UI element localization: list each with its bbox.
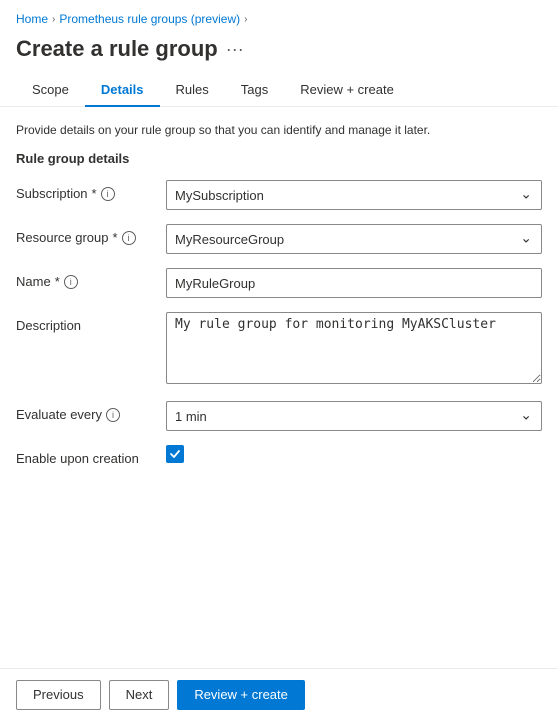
enable-row: Enable upon creation (16, 445, 542, 466)
evaluate-control: 1 min 5 min 10 min 15 min 30 min (166, 401, 542, 431)
tab-rules[interactable]: Rules (160, 74, 225, 107)
tab-review[interactable]: Review + create (284, 74, 410, 107)
resource-group-info-icon[interactable]: i (122, 231, 136, 245)
next-button[interactable]: Next (109, 680, 170, 710)
section-title: Rule group details (16, 151, 542, 166)
tab-tags[interactable]: Tags (225, 74, 284, 107)
description-control: My rule group for monitoring MyAKSCluste… (166, 312, 542, 387)
page-menu-icon[interactable]: ··· (226, 39, 244, 60)
review-button[interactable]: Review + create (177, 680, 305, 710)
enable-label: Enable upon creation (16, 445, 166, 466)
page-title-row: Create a rule group ··· (0, 32, 558, 74)
page-title: Create a rule group (16, 36, 218, 62)
description-row: Description My rule group for monitoring… (16, 312, 542, 387)
info-text: Provide details on your rule group so th… (16, 123, 542, 137)
main-content: Provide details on your rule group so th… (0, 107, 558, 560)
breadcrumb-sep1: › (52, 14, 55, 25)
evaluate-select[interactable]: 1 min 5 min 10 min 15 min 30 min (166, 401, 542, 431)
name-row: Name * i (16, 268, 542, 298)
name-info-icon[interactable]: i (64, 275, 78, 289)
resource-group-select-wrapper: MyResourceGroup (166, 224, 542, 254)
resource-group-row: Resource group * i MyResourceGroup (16, 224, 542, 254)
evaluate-select-wrapper: 1 min 5 min 10 min 15 min 30 min (166, 401, 542, 431)
resource-group-label: Resource group * i (16, 224, 166, 245)
tab-scope[interactable]: Scope (16, 74, 85, 107)
evaluate-label: Evaluate every i (16, 401, 166, 422)
evaluate-row: Evaluate every i 1 min 5 min 10 min 15 m… (16, 401, 542, 431)
subscription-label: Subscription * i (16, 180, 166, 201)
resource-group-required: * (113, 230, 118, 245)
name-label: Name * i (16, 268, 166, 289)
description-label: Description (16, 312, 166, 333)
subscription-info-icon[interactable]: i (101, 187, 115, 201)
subscription-required: * (92, 186, 97, 201)
breadcrumb: Home › Prometheus rule groups (preview) … (0, 0, 558, 32)
enable-control (166, 445, 542, 463)
name-input[interactable] (166, 268, 542, 298)
enable-checkbox[interactable] (166, 445, 184, 463)
previous-button[interactable]: Previous (16, 680, 101, 710)
breadcrumb-home[interactable]: Home (16, 12, 48, 26)
subscription-control: MySubscription (166, 180, 542, 210)
evaluate-info-icon[interactable]: i (106, 408, 120, 422)
bottom-bar: Previous Next Review + create (0, 668, 558, 720)
enable-checkbox-wrapper (166, 445, 542, 463)
subscription-row: Subscription * i MySubscription (16, 180, 542, 210)
resource-group-select[interactable]: MyResourceGroup (166, 224, 542, 254)
name-required: * (55, 274, 60, 289)
breadcrumb-sep2: › (244, 14, 247, 25)
name-control (166, 268, 542, 298)
tab-details[interactable]: Details (85, 74, 160, 107)
subscription-select-wrapper: MySubscription (166, 180, 542, 210)
tab-bar: Scope Details Rules Tags Review + create (0, 74, 558, 107)
resource-group-control: MyResourceGroup (166, 224, 542, 254)
description-textarea[interactable]: My rule group for monitoring MyAKSCluste… (166, 312, 542, 384)
subscription-select[interactable]: MySubscription (166, 180, 542, 210)
breadcrumb-parent[interactable]: Prometheus rule groups (preview) (59, 12, 240, 26)
